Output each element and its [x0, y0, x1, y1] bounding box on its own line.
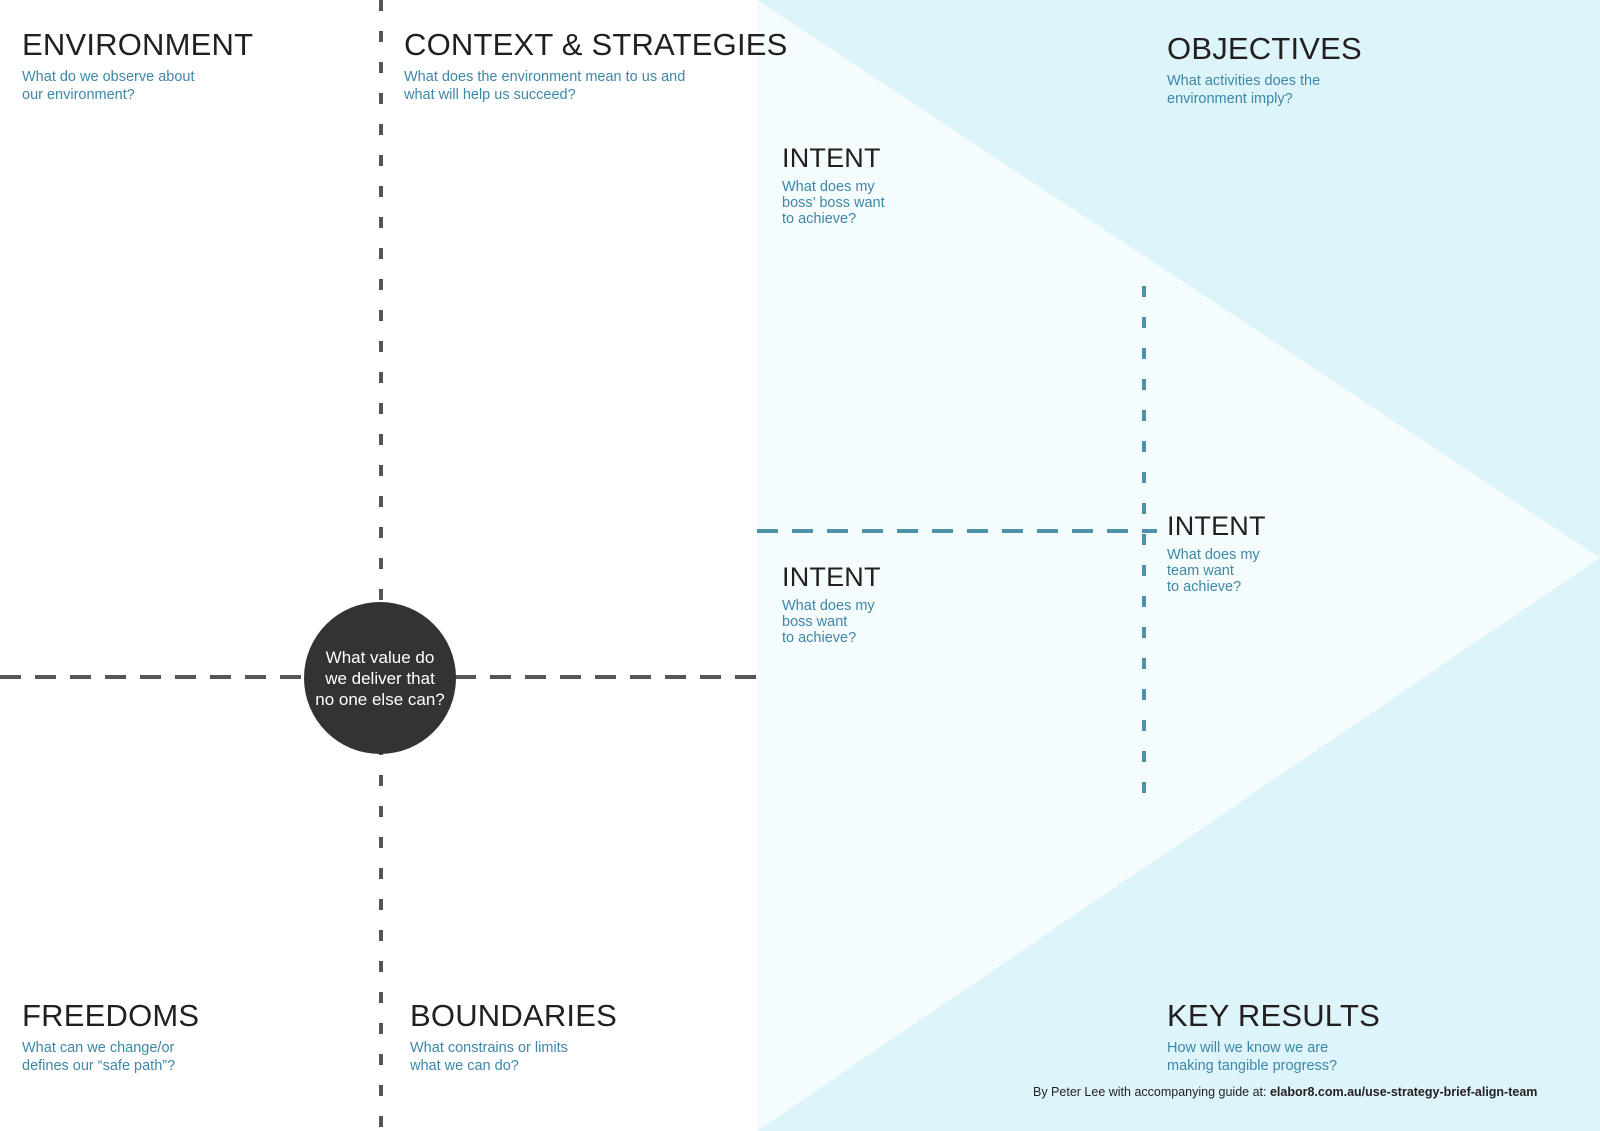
section-boundaries-heading: BOUNDARIES [410, 998, 617, 1033]
section-intent-boss-boss-heading: INTENT [782, 143, 881, 173]
section-context-strategies: CONTEXT & STRATEGIES What does the envir… [404, 28, 788, 104]
section-freedoms-heading: FREEDOMS [22, 998, 200, 1033]
section-key-results: KEY RESULTS How will we know we are maki… [1167, 999, 1380, 1075]
footer-credit: By Peter Lee with accompanying guide at:… [1033, 1084, 1537, 1100]
section-intent-boss-boss: INTENT What does my boss’ boss want to a… [782, 143, 885, 227]
section-objectives: OBJECTIVES What activities does the envi… [1167, 32, 1362, 108]
center-value-circle-text: What value do we deliver that no one els… [315, 647, 445, 709]
footer-credit-prefix: By Peter Lee with accompanying guide at: [1033, 1085, 1267, 1099]
section-environment-subtitle: What do we observe about our environment… [22, 69, 195, 103]
section-intent-boss-subtitle: What does my boss want to achieve? [782, 598, 875, 646]
section-freedoms-subtitle: What can we change/or defines our “safe … [22, 1040, 176, 1074]
section-objectives-heading: OBJECTIVES [1167, 31, 1362, 66]
vertical-divider-dashed-teal [1142, 286, 1146, 806]
section-intent-boss-heading: INTENT [782, 562, 881, 592]
section-environment: ENVIRONMENT What do we observe about our… [22, 28, 253, 104]
section-freedoms: FREEDOMS What can we change/or defines o… [22, 999, 199, 1075]
section-boundaries: BOUNDARIES What constrains or limits wha… [410, 999, 617, 1075]
section-intent-boss-boss-subtitle: What does my boss’ boss want to achieve? [782, 179, 885, 227]
strategy-canvas: ENVIRONMENT What do we observe about our… [0, 0, 1600, 1131]
section-intent-team-subtitle: What does my team want to achieve? [1167, 547, 1260, 595]
horizontal-divider-dashed-teal [757, 529, 1157, 533]
section-intent-team-heading: INTENT [1167, 511, 1266, 541]
section-context-strategies-heading: CONTEXT & STRATEGIES [404, 27, 788, 62]
section-intent-boss: INTENT What does my boss want to achieve… [782, 562, 881, 646]
section-boundaries-subtitle: What constrains or limits what we can do… [410, 1040, 568, 1074]
section-objectives-subtitle: What activities does the environment imp… [1167, 73, 1321, 107]
section-intent-team: INTENT What does my team want to achieve… [1167, 511, 1266, 595]
section-context-strategies-subtitle: What does the environment mean to us and… [404, 69, 686, 103]
section-key-results-heading: KEY RESULTS [1167, 998, 1380, 1033]
center-value-circle: What value do we deliver that no one els… [304, 602, 456, 754]
section-key-results-subtitle: How will we know we are making tangible … [1167, 1040, 1338, 1074]
footer-credit-link[interactable]: elabor8.com.au/use-strategy-brief-align-… [1270, 1085, 1537, 1099]
section-environment-heading: ENVIRONMENT [22, 27, 254, 62]
vertical-divider-dashed [379, 0, 383, 1131]
